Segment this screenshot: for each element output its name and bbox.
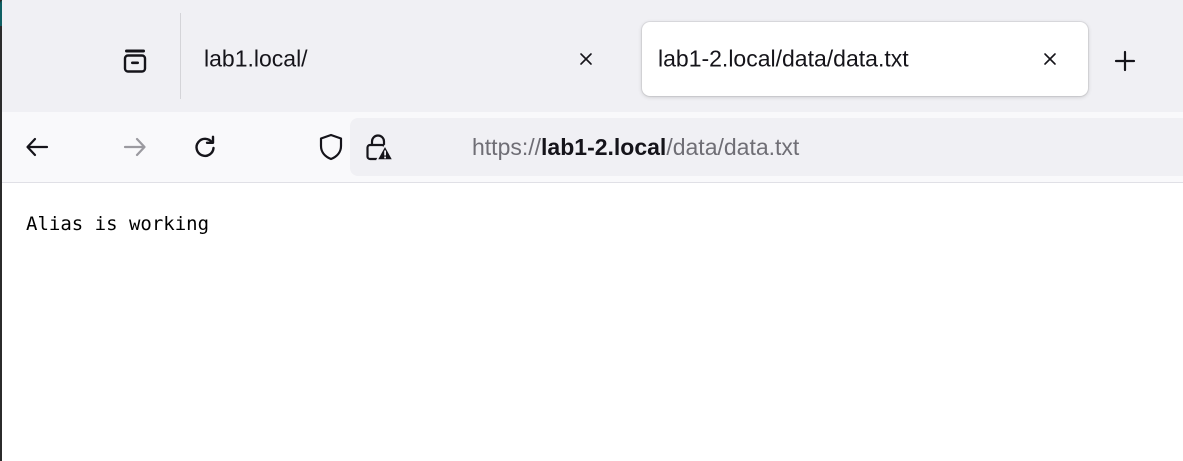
url-text[interactable]: https://lab1-2.local/data/data.txt: [472, 130, 799, 164]
reload-icon: [195, 135, 215, 158]
close-icon: [1044, 53, 1056, 65]
tab-lab1-local[interactable]: lab1.local/: [188, 22, 626, 96]
plus-icon: [1114, 50, 1136, 72]
tab-strip: lab1.local/ lab1-2.local/data/data.txt: [2, 0, 1183, 112]
arrow-right-icon: [123, 137, 146, 157]
plain-text-document: Alias is working: [26, 213, 210, 235]
tab-separator: [180, 13, 181, 99]
tab-title: lab1.local/: [204, 45, 308, 72]
tracking-protection-button[interactable]: [314, 130, 348, 164]
tab-close-button[interactable]: [570, 43, 602, 75]
tab-close-button[interactable]: [1034, 43, 1066, 75]
shield-icon: [319, 133, 343, 161]
lock-warning-icon: [366, 134, 394, 161]
url-scheme: https://: [472, 134, 542, 160]
list-all-tabs-button[interactable]: [102, 36, 168, 86]
back-button[interactable]: [12, 122, 62, 172]
new-tab-button[interactable]: [1102, 36, 1148, 86]
tab-list-icon: [123, 49, 147, 73]
forward-button[interactable]: [110, 122, 160, 172]
url-host: lab1-2.local: [541, 134, 667, 160]
arrow-left-icon: [26, 137, 49, 157]
url-path: /data/data.txt: [666, 134, 800, 160]
tab-lab1-2-local-data[interactable]: lab1-2.local/data/data.txt: [642, 22, 1088, 96]
page-content: Alias is working: [2, 183, 1183, 461]
reload-button[interactable]: [180, 122, 230, 172]
tab-title: lab1-2.local/data/data.txt: [658, 45, 909, 72]
close-icon: [580, 53, 592, 65]
site-info-button[interactable]: [362, 130, 396, 164]
navigation-toolbar: https://lab1-2.local/data/data.txt: [2, 112, 1183, 183]
